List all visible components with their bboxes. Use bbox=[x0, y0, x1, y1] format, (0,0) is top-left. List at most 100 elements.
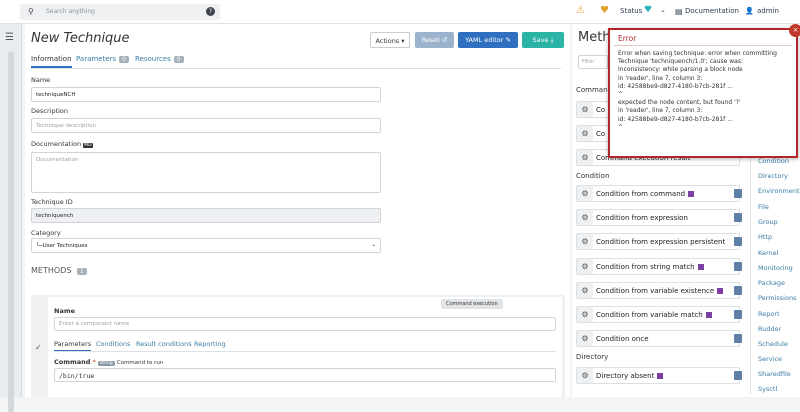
method-item-text: Condition from variable match bbox=[596, 311, 703, 319]
method-name-input[interactable]: Enter a component name bbox=[54, 317, 556, 331]
top-bar: ⚲ Search anything ? ⚠ ♥ Status ♥ ⌄ ▤ Doc… bbox=[0, 0, 800, 24]
check-icon: ✓ bbox=[35, 343, 42, 352]
help-icon[interactable]: ? bbox=[206, 7, 215, 16]
actions-label: Actions bbox=[375, 37, 400, 45]
technique-id-label: Technique ID bbox=[31, 198, 73, 206]
nav-monitoring[interactable]: Monitoring bbox=[758, 264, 793, 272]
documentation-icon[interactable] bbox=[734, 334, 742, 343]
method-item-condition-from-expression[interactable]: ⚙ Condition from expression bbox=[576, 209, 740, 226]
method-item-text: Condition from variable existence bbox=[596, 287, 715, 295]
method-item-label: Condition from variable existence bbox=[596, 287, 724, 295]
save-button[interactable]: Save ⤓ bbox=[522, 32, 564, 48]
nav-package[interactable]: Package bbox=[758, 279, 785, 287]
documentation-icon[interactable] bbox=[734, 262, 742, 271]
error-divider bbox=[614, 45, 792, 46]
method-item-directory-absent[interactable]: ⚙ Directory absent bbox=[576, 367, 740, 384]
gear-icon: ⚙ bbox=[577, 283, 593, 298]
methods-header: METHODS 1 bbox=[31, 266, 87, 275]
method-name-label: Name bbox=[54, 307, 76, 315]
gear-icon: ⚙ bbox=[577, 186, 593, 201]
user-menu[interactable]: admin bbox=[757, 7, 779, 15]
command-input[interactable]: /bin/true bbox=[54, 368, 556, 382]
menu-icon[interactable]: ☰ bbox=[5, 32, 14, 43]
nav-rudder[interactable]: Rudder bbox=[758, 325, 781, 333]
method-item-label: Condition from string match bbox=[596, 263, 704, 271]
nav-sysctl[interactable]: Sysctl bbox=[758, 385, 777, 393]
search-input[interactable]: Search anything bbox=[46, 8, 95, 15]
tab-parameters[interactable]: Parameters 0 bbox=[76, 55, 129, 63]
documentation-icon[interactable] bbox=[734, 371, 742, 380]
warning-icon[interactable]: ⚠ bbox=[576, 5, 585, 16]
sidebar-scrollbar[interactable] bbox=[8, 52, 14, 412]
filter-input[interactable]: Filter bbox=[578, 55, 608, 69]
chevron-down-icon[interactable]: ⌄ bbox=[660, 6, 666, 14]
method-tab-reporting[interactable]: Reporting bbox=[194, 340, 226, 348]
nav-permissions[interactable]: Permissions bbox=[758, 294, 796, 302]
book-icon: ▤ bbox=[675, 7, 683, 16]
nav-environment[interactable]: Environment bbox=[758, 187, 800, 195]
method-item-condition-once[interactable]: ⚙ Condition once bbox=[576, 330, 740, 347]
nav-group[interactable]: Group bbox=[758, 218, 778, 226]
method-tab-result-conditions[interactable]: Result conditions bbox=[136, 340, 192, 348]
search-box[interactable]: ⚲ Search anything ? bbox=[20, 4, 220, 20]
page-title: New Technique bbox=[31, 31, 130, 46]
nav-file[interactable]: File bbox=[758, 203, 769, 211]
status-menu[interactable]: Status bbox=[620, 7, 642, 15]
status-heart-icon: ♥ bbox=[644, 5, 653, 15]
methods-count: 1 bbox=[76, 268, 87, 275]
methods-title: METHODS bbox=[31, 266, 72, 275]
tab-information[interactable]: Information bbox=[31, 55, 72, 68]
nav-directory[interactable]: Directory bbox=[758, 172, 788, 180]
method-item-condition-from-variable-match[interactable]: ⚙ Condition from variable match bbox=[576, 306, 740, 323]
close-icon[interactable]: × bbox=[789, 24, 800, 37]
tab-resources-label: Resources bbox=[135, 55, 171, 63]
search-icon: ⚲ bbox=[28, 7, 34, 16]
documentation-icon[interactable] bbox=[734, 237, 742, 246]
method-tooltip: Command execution bbox=[441, 299, 503, 309]
category-value: └─User Techniques bbox=[36, 243, 88, 249]
error-message: Error when saving technique: error when … bbox=[618, 50, 777, 131]
methods-panel-title: Meth bbox=[578, 30, 611, 45]
error-title: Error bbox=[618, 34, 637, 43]
documentation-link[interactable]: Documentation bbox=[685, 7, 739, 15]
tab-parameters-label: Parameters bbox=[76, 55, 117, 63]
nav-report[interactable]: Report bbox=[758, 310, 780, 318]
documentation-placeholder: Documentation bbox=[36, 157, 79, 163]
documentation-icon[interactable] bbox=[734, 189, 742, 198]
nav-schedule[interactable]: Schedule bbox=[758, 340, 788, 348]
method-item-condition-from-expression-persistent[interactable]: ⚙ Condition from expression persistent bbox=[576, 233, 740, 250]
method-item-condition-from-string-match[interactable]: ⚙ Condition from string match bbox=[576, 258, 740, 275]
documentation-label: Documentation MD bbox=[31, 140, 93, 148]
method-item-label: Directory absent bbox=[596, 372, 664, 380]
description-field[interactable]: Technique description bbox=[31, 118, 381, 133]
documentation-icon[interactable] bbox=[734, 213, 742, 222]
method-card[interactable]: ✓ Command execution Name Enter a compone… bbox=[31, 295, 565, 397]
documentation-icon[interactable] bbox=[734, 286, 742, 295]
error-toast: Error × Error when saving technique: err… bbox=[608, 24, 800, 158]
command-label: Command bbox=[54, 358, 91, 366]
category-label: Category bbox=[31, 229, 61, 237]
nav-condition[interactable]: Condition bbox=[758, 157, 789, 165]
name-field[interactable]: techniqueNCH bbox=[31, 87, 381, 102]
reset-label: Reset bbox=[421, 36, 440, 44]
method-tab-conditions[interactable]: Conditions bbox=[96, 340, 130, 348]
method-item-label: Condition from command bbox=[596, 190, 695, 198]
description-placeholder: Technique description bbox=[36, 123, 97, 129]
method-item-condition-from-command[interactable]: ⚙ Condition from command bbox=[576, 185, 740, 202]
gear-icon: ⚙ bbox=[577, 331, 593, 346]
nav-http[interactable]: Http bbox=[758, 233, 772, 241]
documentation-icon[interactable] bbox=[734, 310, 742, 319]
method-item-condition-from-variable-existence[interactable]: ⚙ Condition from variable existence bbox=[576, 282, 740, 299]
documentation-field[interactable]: Documentation bbox=[31, 152, 381, 193]
reset-button[interactable]: Reset ↺ bbox=[415, 32, 454, 48]
actions-button[interactable]: Actions ▾ bbox=[370, 32, 410, 48]
category-select[interactable]: └─User Techniques ⌄ bbox=[31, 238, 381, 253]
heart-icon[interactable]: ♥ bbox=[600, 5, 609, 16]
tab-resources[interactable]: Resources 0 bbox=[135, 55, 184, 63]
yaml-editor-button[interactable]: YAML editor ✎ bbox=[458, 32, 518, 48]
method-item-text: Condition from string match bbox=[596, 263, 695, 271]
nav-sharedfile[interactable]: Sharedfile bbox=[758, 370, 791, 378]
nav-kernel[interactable]: Kernel bbox=[758, 249, 778, 257]
nav-service[interactable]: Service bbox=[758, 355, 782, 363]
command-param-label: Command * string Command to run bbox=[54, 358, 163, 366]
